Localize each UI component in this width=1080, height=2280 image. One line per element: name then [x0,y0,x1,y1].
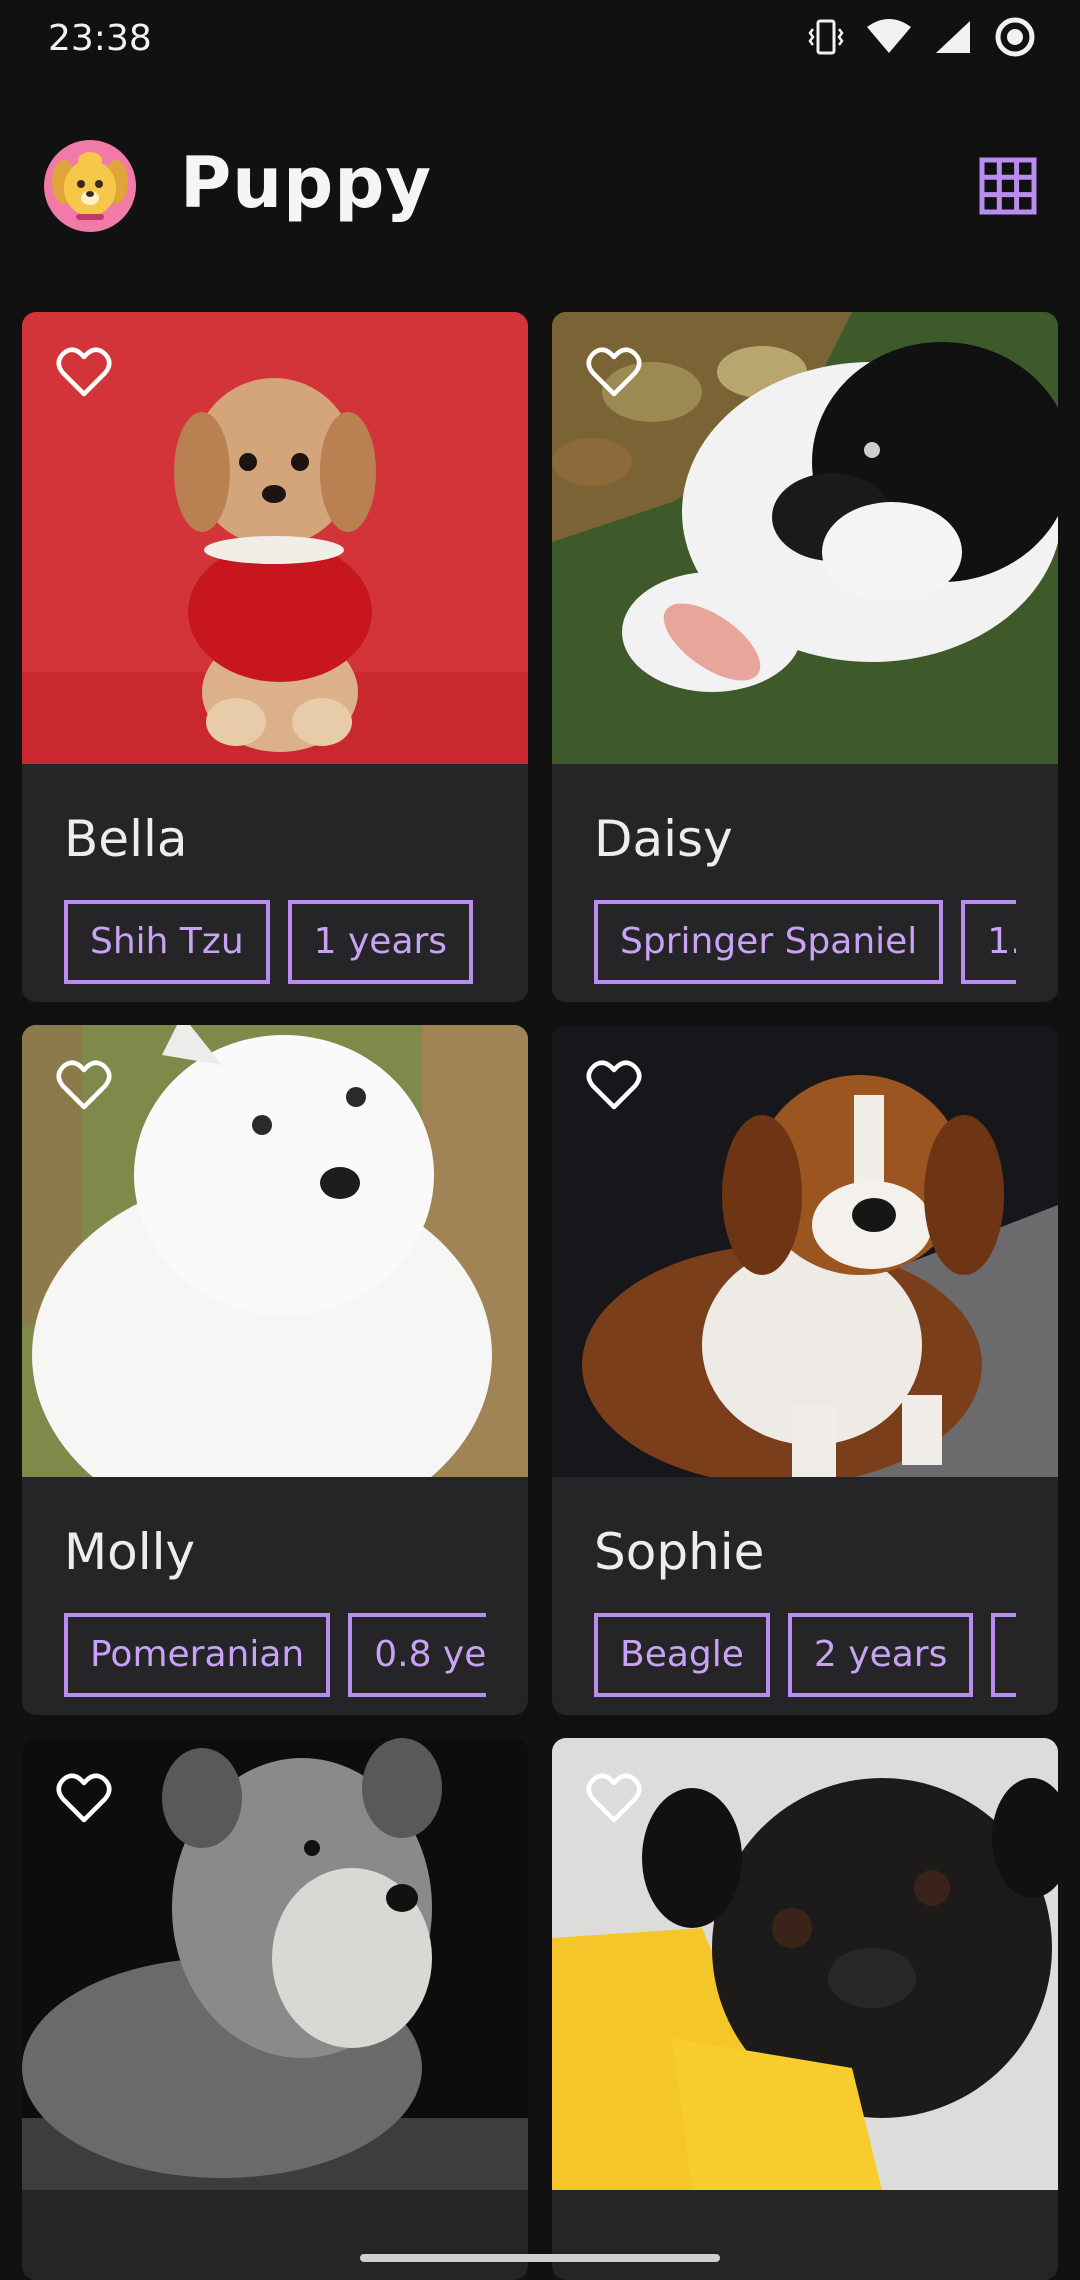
puppy-chips: Shih Tzu 1 years [64,900,486,984]
puppy-card[interactable]: Molly Pomeranian0.8 yea [22,1025,528,1715]
app-title: Puppy [180,142,432,224]
age-chip[interactable]: 2 years [787,1613,974,1697]
puppy-card[interactable] [22,1738,528,2280]
status-time: 23:38 [48,18,152,59]
status-bar: 23:38 [0,0,1080,80]
home-indicator[interactable] [360,2254,720,2262]
breed-chip[interactable]: Springer Spaniel [594,900,944,984]
gender-chip[interactable]: M [991,1613,1016,1697]
puppy-chips: Beagle2 yearsM [594,1613,1016,1697]
favorite-heart-icon[interactable] [586,1059,642,1111]
breed-chip[interactable]: Pomeranian [64,1613,331,1697]
favorite-heart-icon[interactable] [586,1772,642,1824]
age-chip[interactable]: 1 years [287,900,474,984]
vibrate-icon [808,17,844,57]
puppy-name: Daisy [594,810,733,868]
puppy-card[interactable] [552,1738,1058,2280]
puppy-name: Bella [64,810,188,868]
favorite-heart-icon[interactable] [56,346,112,398]
puppy-card[interactable]: Bella Shih Tzu 1 years [22,312,528,1002]
favorite-heart-icon[interactable] [56,1772,112,1824]
puppy-chips: Springer Spaniel 1.3 [594,900,1016,984]
puppy-card[interactable]: Sophie Beagle2 yearsM [552,1025,1058,1715]
app-bar: Puppy [0,120,1080,250]
signal-icon [934,19,972,55]
favorite-heart-icon[interactable] [56,1059,112,1111]
puppy-name: Sophie [594,1523,765,1581]
puppy-card[interactable]: Daisy Springer Spaniel 1.3 [552,312,1058,1002]
wifi-icon [866,19,912,55]
favorite-heart-icon[interactable] [586,346,642,398]
puppy-logo-icon [42,138,138,234]
puppy-chips: Pomeranian0.8 yea [64,1613,486,1697]
puppy-name: Molly [64,1523,196,1581]
status-icons [808,16,1036,58]
breed-chip[interactable]: Beagle [594,1613,770,1697]
breed-chip[interactable]: Shih Tzu [64,900,270,984]
grid-view-icon[interactable] [978,156,1038,216]
age-chip[interactable]: 1.3 [961,900,1016,984]
record-icon [994,16,1036,58]
age-chip[interactable]: 0.8 yea [348,1613,486,1697]
